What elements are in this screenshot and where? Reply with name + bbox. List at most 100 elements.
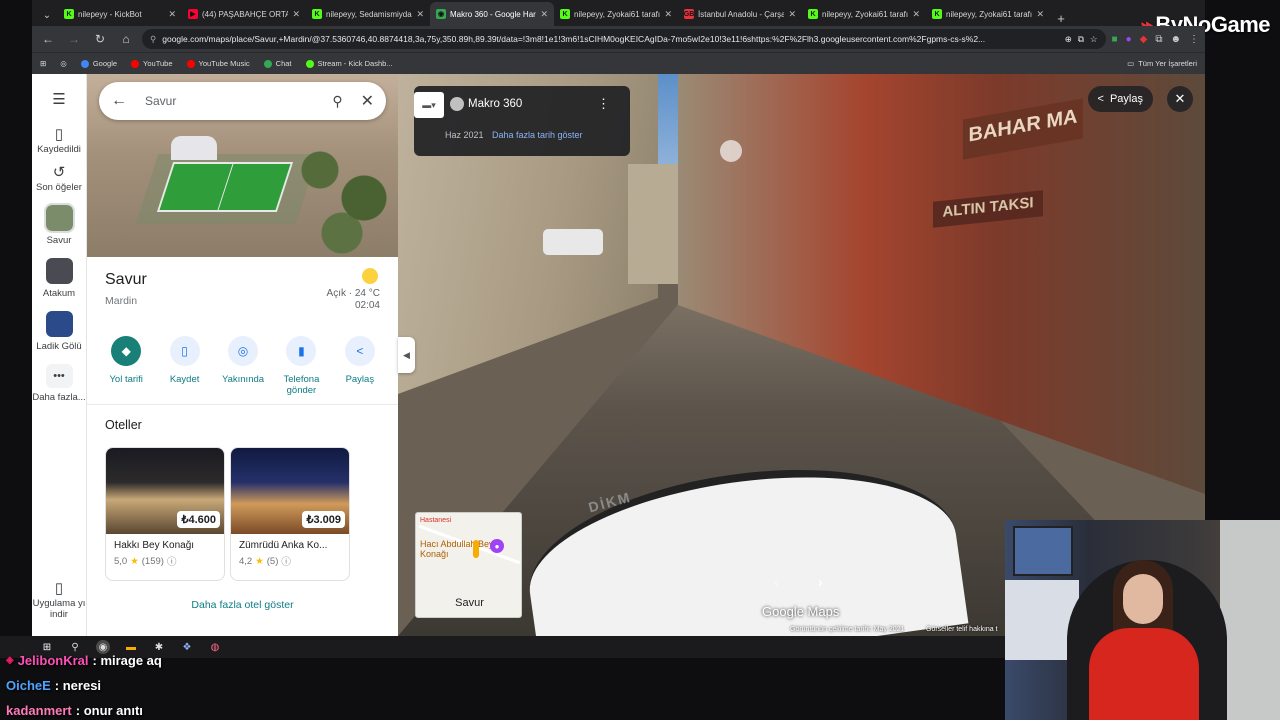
tab-close-icon[interactable]: ✕ [912,9,920,20]
tab-title: Makro 360 - Google Harita [450,9,537,19]
kebab-menu-icon[interactable]: ⋮ [597,96,610,112]
tab-close-icon[interactable]: ✕ [788,9,796,20]
tab-close-icon[interactable]: ✕ [416,9,424,20]
hamburger-icon: ☰ [52,91,66,108]
extension-icon-3[interactable]: ◆ [1140,34,1148,45]
info-icon[interactable]: ⓘ [167,554,177,568]
hotel-name: Hakkı Bey Konağı [114,540,195,551]
info-icon[interactable]: ⓘ [281,554,291,568]
place-subtitle: Mardin [105,295,138,307]
bookmark-favicon-icon [263,59,272,68]
profile-icon[interactable]: ☻ [1170,34,1181,45]
more-hotels-link[interactable]: Daha fazla otel göster [87,599,398,611]
nearby-button[interactable]: ◎ Yakınında [214,336,272,396]
keyboard-icon[interactable]: ▬▾ [414,92,444,118]
save-button[interactable]: ▯ Kaydet [155,336,213,396]
bookmark-label: YouTube [143,59,173,68]
reload-icon[interactable]: ↻ [90,32,110,46]
capture-date: Görüntünün çekilme tarihi: May 2021 [790,626,905,633]
bookmark-item[interactable]: YouTube [131,59,173,68]
collapse-panel-button[interactable]: ◀ [398,337,415,373]
next-arrow-icon[interactable]: › [818,574,823,590]
hotel-price: ₺4.600 [177,511,220,528]
tab-3[interactable]: ◉ Makro 360 - Google Harita ✕ [430,2,554,26]
search-input[interactable] [145,94,315,108]
photo-trees [287,114,397,254]
hotel-card[interactable]: ₺3.009 Zümrüdü Anka Ko... 4,2 ★ (5) ⓘ [230,447,350,581]
tab-close-icon[interactable]: ✕ [292,9,300,20]
tab-close-icon[interactable]: ✕ [168,9,176,20]
more-button[interactable]: ••• Daha fazla... [32,364,87,403]
rail-item-recent[interactable]: Savur [32,203,87,246]
back-icon[interactable]: ← [38,32,58,46]
divider [87,404,398,405]
tab-close-icon[interactable]: ✕ [1036,9,1044,20]
bookmark-globe-icon[interactable]: ◎ [60,59,67,68]
rail-recent-list: Savur Atakum Ladik Gölü [32,203,87,364]
install-icon[interactable]: ⧉ [1078,34,1084,45]
bookmark-label: YouTube Music [198,59,250,68]
bookmark-item[interactable]: Chat [263,59,292,68]
tab-close-icon[interactable]: ✕ [540,9,548,20]
chat-username[interactable]: OicheE [6,678,51,693]
chat-message: OicheE: neresi [6,673,999,698]
share-button[interactable]: < Paylaş [1087,86,1153,112]
all-bookmarks[interactable]: ▭ Tüm Yer İşaretleri [1127,59,1197,68]
forward-icon[interactable]: → [64,32,84,46]
apps-icon[interactable]: ⊞ [40,59,46,68]
bookmark-star-icon[interactable]: ☆ [1090,34,1098,45]
photo-roof [171,136,217,160]
close-icon[interactable]: ✕ [361,91,374,111]
chat-message: ◈ JelibonKral: mirage aq [6,648,999,673]
menu-button[interactable]: ☰ [32,91,87,109]
search-icon[interactable]: ⚲ [332,93,342,110]
get-app-button[interactable]: ▯ Uygulama yı indir [32,581,87,620]
more-dates-link[interactable]: Daha fazla tarih göster [492,130,583,140]
bookmark-item[interactable]: YouTube Music [186,59,250,68]
compass-icon[interactable] [720,140,742,162]
recent-button[interactable]: ↺ Son öğeler [32,165,87,193]
chat-username[interactable]: kadanmert [6,703,72,718]
tab-6[interactable]: Knilepeyy, Zyokai61 tarafın ✕ [802,2,926,26]
rail-item-recent[interactable]: Atakum [32,258,87,299]
bookmark-item[interactable]: Stream - Kick Dashb... [305,59,393,68]
tab-title: nilepeyy, Zyokai61 tarafın [822,9,909,19]
new-tab-button[interactable]: + [1050,11,1072,26]
rating-value: 5,0 [114,555,128,567]
tab-0[interactable]: Knilepeyy - KickBot ✕ [58,2,182,26]
omnibox[interactable]: ⚲ google.com/maps/place/Savur,+Mardin/@3… [142,29,1106,49]
extension-icon-2[interactable]: ● [1126,34,1132,45]
rail-item-recent[interactable]: Ladik Gölü [32,311,87,352]
copyright-notice[interactable]: Görseller telif hakkına t [926,626,998,633]
minimap[interactable]: Hastanesi Hacı Abdullah Bey Konağı ● Sav… [415,512,522,618]
tab-7[interactable]: Knilepeyy, Zyokai61 tarafın ✕ [926,2,1050,26]
tab-close-icon[interactable]: ✕ [664,9,672,20]
tab-5[interactable]: GB İstanbul Anadolu - Çarşa ✕ [678,2,802,26]
send-to-phone-button[interactable]: ▮ Telefona gönder [272,336,330,396]
back-arrow-icon[interactable]: ← [111,92,127,110]
site-info-icon[interactable]: ⚲ [150,34,156,45]
share-button[interactable]: < Paylaş [331,336,389,396]
chat-username[interactable]: JelibonKral [18,653,89,668]
saved-button[interactable]: ▯ Kaydedildi [32,127,87,155]
extensions-icon[interactable]: ⧉ [1155,34,1162,45]
bookmark-list: Google YouTube YouTube Music Chat Stream - K… [80,59,393,68]
close-streetview-button[interactable]: ✕ [1167,86,1193,112]
bookmark-item[interactable]: Google [80,59,118,68]
tab-2[interactable]: Knilepeyy, Sedamismiyda ✕ [306,2,430,26]
bookmark-label: Chat [275,59,292,68]
home-icon[interactable]: ⌂ [116,32,136,46]
pegman-icon [473,540,479,558]
zoom-icon[interactable]: ⊕ [1065,34,1072,45]
cam-monitor [1013,526,1073,576]
tab-search-icon[interactable]: ⌄ [36,4,58,26]
extension-icon-1[interactable]: ■ [1112,34,1118,45]
menu-icon[interactable]: ⋮ [1189,34,1199,45]
prev-arrow-icon[interactable]: ‹ [774,574,779,590]
tab-1[interactable]: ▶ (44) PAŞABAHÇE ORTACA✕ [182,2,306,26]
tab-title: (44) PAŞABAHÇE ORTACA [202,9,289,19]
tab-4[interactable]: Knilepeyy, Zyokai61 tarafın ✕ [554,2,678,26]
bookmark-label: Google [92,59,118,68]
hotel-card[interactable]: ₺4.600 Hakkı Bey Konağı 5,0 ★ (159) ⓘ [105,447,225,581]
directions-button[interactable]: ◆ Yol tarifi [97,336,155,396]
